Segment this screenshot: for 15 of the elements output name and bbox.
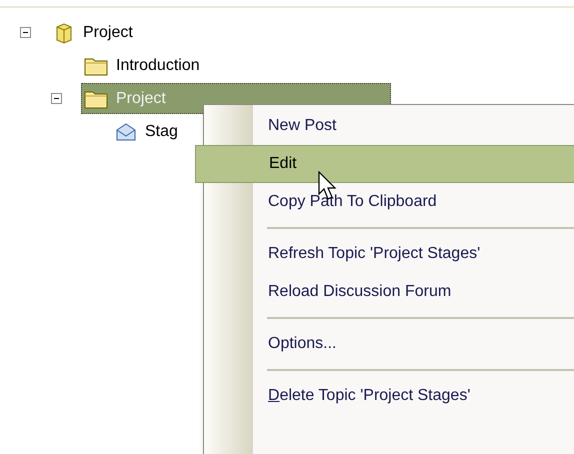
- menu-item[interactable]: Reload Discussion Forum: [253, 273, 574, 311]
- collapse-toggle[interactable]: [51, 93, 62, 104]
- collapse-toggle[interactable]: [20, 27, 31, 38]
- menu-item[interactable]: Options...: [253, 325, 574, 363]
- envelope-icon: [115, 122, 137, 142]
- menu-item[interactable]: New Post: [253, 107, 574, 145]
- tree-item-label[interactable]: Introduction: [116, 54, 200, 78]
- tree-item-label[interactable]: Stag: [145, 120, 178, 144]
- menu-item[interactable]: Edit: [195, 145, 574, 183]
- tree-item-label[interactable]: Project: [83, 20, 133, 44]
- menu-item[interactable]: Delete Topic 'Project Stages': [253, 377, 574, 415]
- menu-item[interactable]: Refresh Topic 'Project Stages': [253, 235, 574, 273]
- folder-icon: [84, 56, 108, 76]
- menu-item[interactable]: Copy Path To Clipboard: [253, 183, 574, 221]
- folder-icon: [84, 88, 108, 108]
